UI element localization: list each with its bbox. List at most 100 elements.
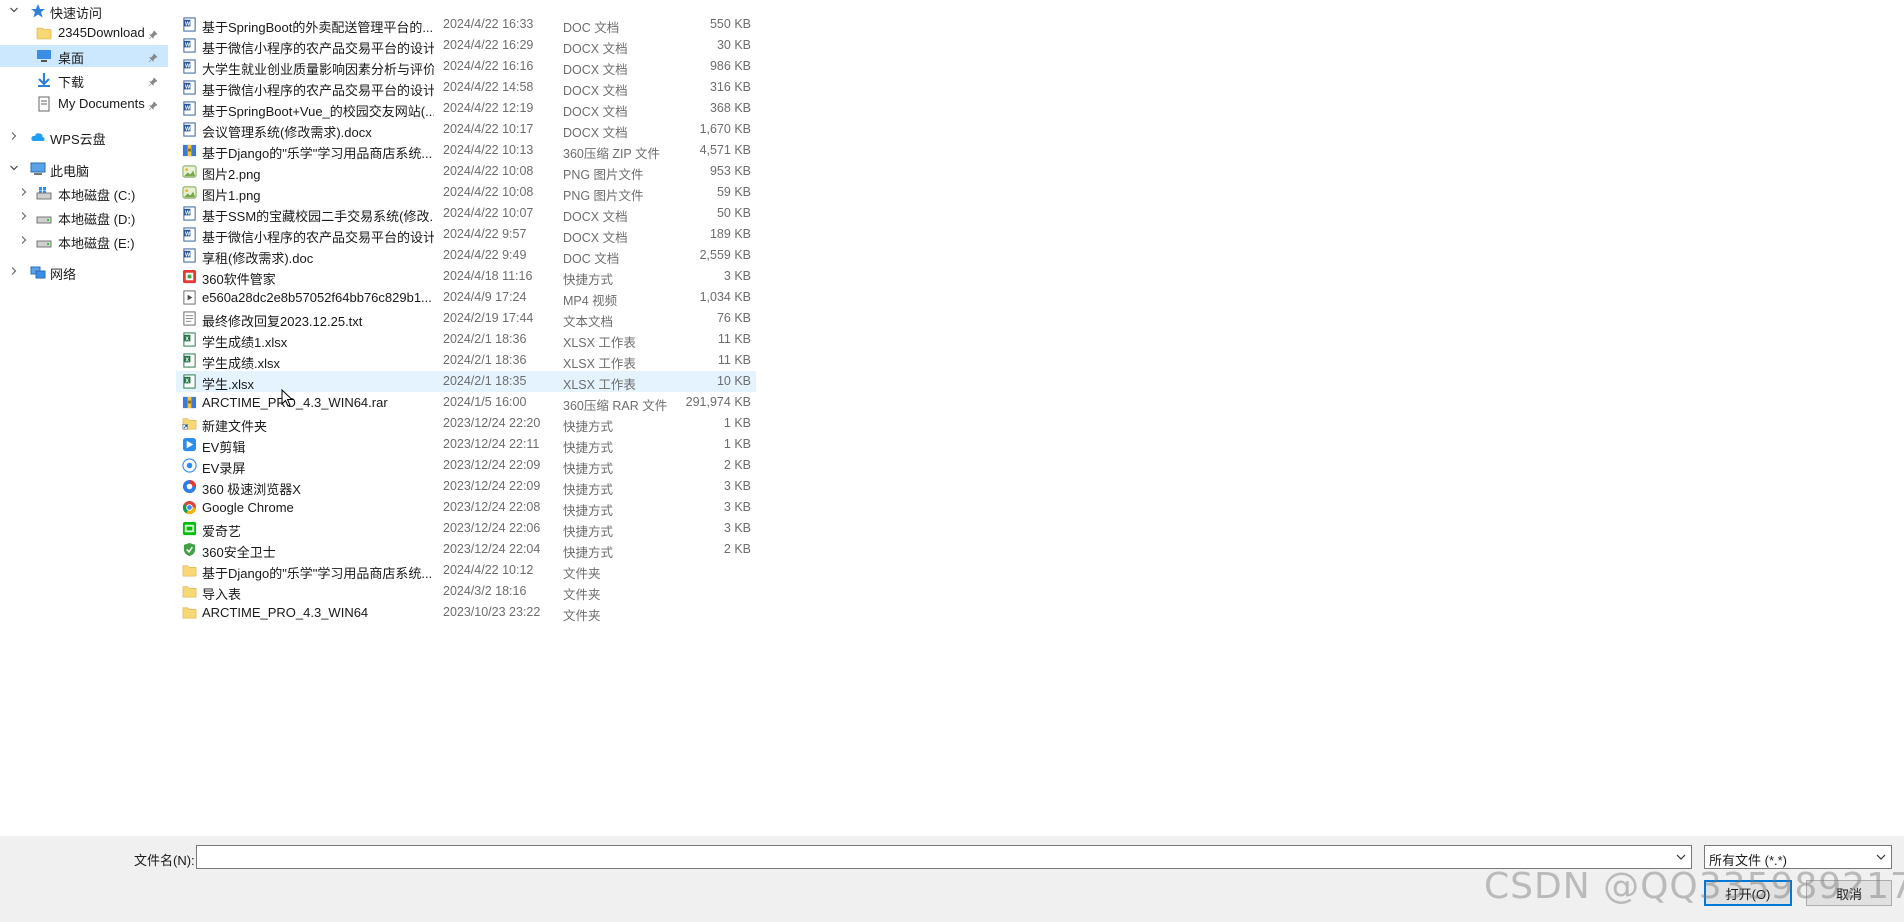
file-row[interactable]: 图片1.png 2024/4/22 10:08 PNG 图片文件 59 KB	[176, 182, 756, 203]
file-size: 189 KB	[709, 227, 751, 241]
file-row[interactable]: 新建文件夹 2023/12/24 22:20 快捷方式 1 KB	[176, 413, 756, 434]
svg-text:W: W	[185, 42, 191, 48]
file-name: EV录屏	[202, 461, 246, 476]
nav-item-4[interactable]: My Documents	[0, 93, 168, 115]
file-row[interactable]: e560a28dc2e8b57052f64bb76c829b1... 2024/4…	[176, 287, 756, 308]
file-row[interactable]: X 学生成绩.xlsx 2024/2/1 18:36 XLSX 工作表 11 KB	[176, 350, 756, 371]
word-doc-icon: W	[182, 80, 197, 95]
file-type: PNG 图片文件	[563, 189, 644, 203]
nav-item-8[interactable]: 本地磁盘 (D:)	[0, 206, 168, 228]
nav-item-2[interactable]: 桌面	[0, 45, 168, 67]
excel-icon: X	[182, 374, 197, 389]
chevron-right-icon[interactable]	[18, 235, 30, 247]
file-name: 新建文件夹	[202, 419, 268, 434]
chevron-right-icon[interactable]	[18, 187, 30, 199]
file-row[interactable]: X 学生成绩1.xlsx 2024/2/1 18:36 XLSX 工作表 11 KB	[176, 329, 756, 350]
file-row[interactable]: 360 极速浏览器X 2023/12/24 22:09 快捷方式 3 KB	[176, 476, 756, 497]
folder-icon	[36, 25, 52, 41]
file-size: 986 KB	[709, 59, 751, 73]
file-row[interactable]: W 享租(修改需求).doc 2024/4/22 9:49 DOC 文档 2,559 K…	[176, 245, 756, 266]
file-size: 30 KB	[716, 38, 751, 52]
file-row[interactable]: W 基于SSM的宝藏校园二手交易系统(修改... 2024/4/22 10:07 DO…	[176, 203, 756, 224]
file-name: 学生.xlsx	[202, 377, 255, 392]
file-row[interactable]: W 基于微信小程序的农产品交易平台的设计... 2024/4/22 14:58 DOC…	[176, 77, 756, 98]
chevron-down-icon[interactable]	[8, 163, 20, 175]
filename-input[interactable]	[197, 846, 1671, 868]
chevron-right-icon[interactable]	[8, 266, 20, 278]
folder-shortcut-icon	[182, 416, 197, 431]
file-name: e560a28dc2e8b57052f64bb76c829b1...	[202, 290, 432, 305]
chevron-down-icon	[1676, 854, 1686, 860]
file-row[interactable]: 基于Django的"乐学"学习用品商店系统... 2024/4/22 10:12 文…	[176, 560, 756, 581]
nav-item-1[interactable]: 2345Download	[0, 22, 168, 44]
file-name: 基于Django的"乐学"学习用品商店系统...	[202, 146, 433, 161]
file-row[interactable]: W 基于微信小程序的农产品交易平台的设计... 2024/4/22 9:57 DOCX…	[176, 224, 756, 245]
word-doc-icon: W	[182, 122, 197, 137]
chevron-down-icon[interactable]	[8, 5, 20, 17]
file-row[interactable]: W 基于SpringBoot+Vue_的校园交友网站(... 2024/4/22 1…	[176, 98, 756, 119]
file-date: 2024/4/22 10:12	[443, 563, 534, 577]
network-icon	[30, 264, 46, 280]
download-arrow-icon	[36, 72, 52, 88]
nav-item-3[interactable]: 下载	[0, 69, 168, 91]
file-row[interactable]: 基于Django的"乐学"学习用品商店系统... 2024/4/22 10:13 3…	[176, 140, 756, 161]
file-row[interactable]: 导入表 2024/3/2 18:16 文件夹	[176, 581, 756, 602]
nav-item-6[interactable]: 此电脑	[0, 158, 168, 180]
file-type: XLSX 工作表	[563, 336, 636, 350]
file-size: 10 KB	[716, 374, 751, 388]
iqiyi-icon	[182, 521, 197, 536]
file-row[interactable]: 最终修改回复2023.12.25.txt 2024/2/19 17:44 文本文档 7…	[176, 308, 756, 329]
file-size: 1,670 KB	[699, 122, 751, 136]
file-name: 图片2.png	[202, 167, 261, 182]
nav-item-9[interactable]: 本地磁盘 (E:)	[0, 230, 168, 252]
file-type: 快捷方式	[563, 420, 614, 434]
filename-dropdown-button[interactable]	[1671, 846, 1691, 868]
file-size: 2 KB	[723, 542, 751, 556]
file-row[interactable]: 360软件管家 2024/4/18 11:16 快捷方式 3 KB	[176, 266, 756, 287]
file-type: DOCX 文档	[563, 231, 628, 245]
drive-windows-icon	[36, 185, 52, 201]
file-type: MP4 视频	[563, 294, 618, 308]
file-date: 2024/4/22 9:49	[443, 248, 527, 262]
file-name: 学生成绩.xlsx	[202, 356, 281, 371]
file-date: 2023/12/24 22:11	[443, 437, 540, 451]
file-row[interactable]: 360安全卫士 2023/12/24 22:04 快捷方式 2 KB	[176, 539, 756, 560]
file-row[interactable]: ARCTIME_PRO_4.3_WIN64.rar 2024/1/5 16:00 3…	[176, 392, 756, 413]
file-size: 11 KB	[717, 332, 751, 346]
file-row[interactable]: 图片2.png 2024/4/22 10:08 PNG 图片文件 953 KB	[176, 161, 756, 182]
chevron-right-icon[interactable]	[8, 131, 20, 143]
nav-item-10[interactable]: 网络	[0, 261, 168, 283]
file-type: 快捷方式	[563, 273, 614, 287]
nav-item-label: WPS云盘	[50, 132, 106, 147]
file-type: 文本文档	[563, 315, 614, 329]
nav-item-0[interactable]: 快速访问	[0, 0, 168, 22]
file-name: 享租(修改需求).doc	[202, 251, 314, 266]
file-date: 2024/4/22 16:29	[443, 38, 534, 52]
file-row[interactable]: 爱奇艺 2023/12/24 22:06 快捷方式 3 KB	[176, 518, 756, 539]
file-name: 基于SpringBoot的外卖配送管理平台的...	[202, 20, 434, 35]
file-row[interactable]: EV录屏 2023/12/24 22:09 快捷方式 2 KB	[176, 455, 756, 476]
filename-combobox[interactable]	[196, 845, 1692, 869]
file-name: 基于微信小程序的农产品交易平台的设计...	[202, 41, 434, 56]
video-icon	[182, 290, 197, 305]
file-row[interactable]: ARCTIME_PRO_4.3_WIN64 2023/10/23 23:22 文件夹	[176, 602, 756, 623]
chevron-right-icon[interactable]	[18, 211, 30, 223]
file-row[interactable]: EV剪辑 2023/12/24 22:11 快捷方式 1 KB	[176, 434, 756, 455]
file-name: ARCTIME_PRO_4.3_WIN64	[202, 605, 369, 620]
file-row[interactable]: Google Chrome 2023/12/24 22:08 快捷方式 3 KB	[176, 497, 756, 518]
nav-item-label: 下载	[58, 75, 85, 90]
file-row[interactable]: W 大学生就业创业质量影响因素分析与评价... 2024/4/22 16:16 DOC…	[176, 56, 756, 77]
file-row[interactable]: X 学生.xlsx 2024/2/1 18:35 XLSX 工作表 10 KB	[176, 371, 756, 392]
file-type: XLSX 工作表	[563, 357, 636, 371]
file-row[interactable]: W 会议管理系统(修改需求).docx 2024/4/22 10:17 DOCX 文档…	[176, 119, 756, 140]
cloud-icon	[30, 129, 46, 145]
nav-item-5[interactable]: WPS云盘	[0, 126, 168, 148]
ev-recorder-icon	[182, 458, 197, 473]
excel-icon: X	[182, 332, 197, 347]
file-date: 2023/12/24 22:09	[443, 479, 541, 493]
file-date: 2023/12/24 22:04	[443, 542, 541, 556]
file-row[interactable]: W 基于SpringBoot的外卖配送管理平台的... 2024/4/22 16:3…	[176, 14, 756, 35]
nav-item-label: My Documents	[58, 96, 145, 111]
file-row[interactable]: W 基于微信小程序的农产品交易平台的设计... 2024/4/22 16:29 DOC…	[176, 35, 756, 56]
nav-item-7[interactable]: 本地磁盘 (C:)	[0, 182, 168, 204]
